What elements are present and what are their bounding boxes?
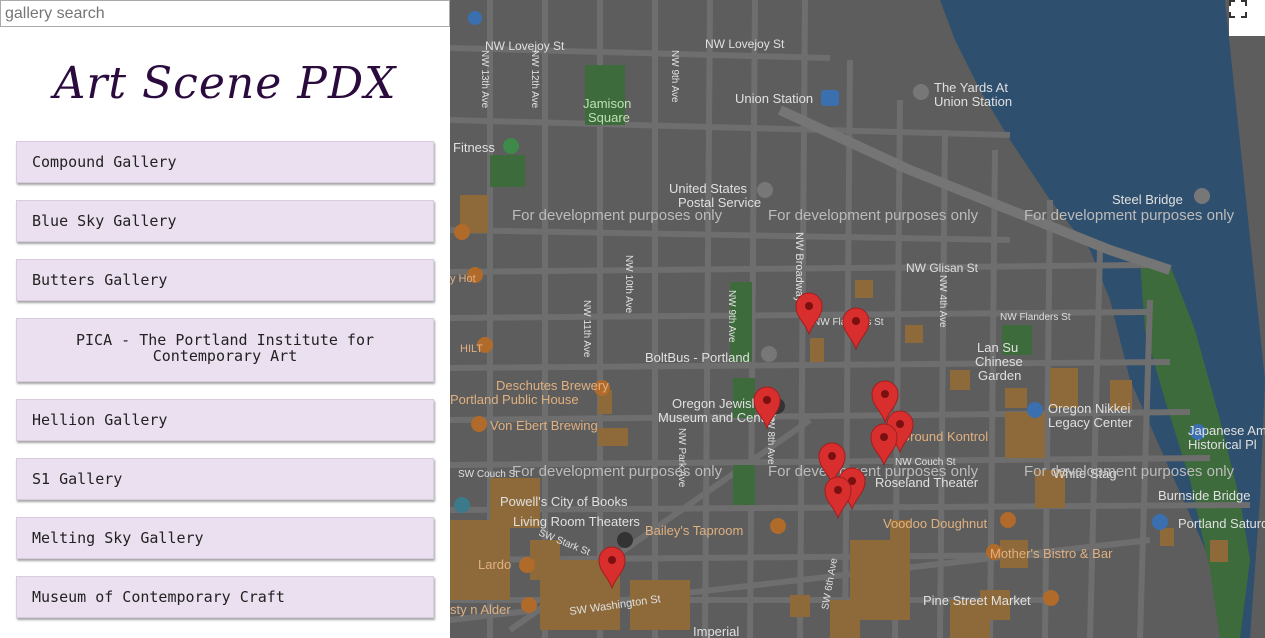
label-living-room: Living Room Theaters [513,514,640,529]
restaurant-icon-3 [519,557,535,573]
bar-icon [770,518,786,534]
label-ground-kontrol: Ground Kontrol [900,429,988,444]
gallery-marker-dot [896,420,904,428]
app-logo: Art Scene PDX [53,58,397,109]
label-nw-broadway: NW Broadway [793,232,805,303]
bus-icon [761,346,777,362]
watermark-1: For development purposes only [512,207,723,224]
label-von-ebert: Von Ebert Brewing [490,418,598,433]
sidebar: Art Scene PDX Compound Gallery Blue Sky … [0,0,450,638]
label-lovejoy-2: NW Lovejoy St [705,37,785,51]
label-glisan: NW Glisan St [906,261,979,275]
label-nw11: NW 11th Ave [581,300,592,358]
label-lardo: Lardo [478,557,511,572]
train-icon [617,532,633,548]
train-station-icon [821,90,839,106]
label-jamison: Jamison Square [583,96,631,125]
map-canvas[interactable]: NW Lovejoy St NW Lovejoy St The Yards At… [450,0,1265,638]
gallery-item-compound[interactable]: Compound Gallery [16,141,434,183]
label-nw9a: NW 9th Ave [669,50,680,103]
gallery-marker-dot [881,390,889,398]
label-baileys: Bailey's Taproom [645,523,743,538]
restaurant-icon-6 [454,224,470,240]
watermark-3: For development purposes only [1024,207,1235,224]
label-nw10: NW 10th Ave [623,255,634,314]
fitness-icon [503,138,519,154]
gallery-marker-dot [828,452,836,460]
watermark-5: For development purposes only [768,463,979,480]
fullscreen-button[interactable] [1229,0,1265,36]
gallery-marker-dot [805,302,813,310]
map[interactable]: NW Lovejoy St NW Lovejoy St The Yards At… [450,0,1265,638]
museum-icon-2 [1027,402,1043,418]
transit-icon [468,11,482,25]
label-burnside-bridge: Burnside Bridge [1158,488,1251,503]
restaurant-icon-5 [1043,590,1059,606]
label-boltbus: BoltBus - Portland [645,350,750,365]
label-lovejoy-1: NW Lovejoy St [485,39,565,53]
gallery-item-butters[interactable]: Butters Gallery [16,259,434,301]
gallery-list: Compound Gallery Blue Sky Gallery Butter… [16,141,434,635]
label-pine-street: Pine Street Market [923,593,1031,608]
gallery-item-pica[interactable]: PICA - The Portland Institute for Contem… [16,318,434,382]
label-lan-su: Lan Su Chinese Garden [975,340,1023,383]
gallery-item-museum-contemporary-craft[interactable]: Museum of Contemporary Craft [16,576,434,618]
gallery-item-s1[interactable]: S1 Gallery [16,458,434,500]
gallery-marker-dot [763,396,771,404]
label-japanese: Japanese Am Historical Pl [1188,423,1265,452]
label-union-station: Union Station [735,91,813,106]
restaurant-icon-4 [521,597,537,613]
label-imperial: Imperial [693,624,739,638]
label-flanders: NW Flanders St [1000,312,1071,323]
fullscreen-icon [1229,0,1247,18]
gallery-marker-dot [852,317,860,325]
search-input[interactable] [0,0,450,27]
gallery-item-melting-sky[interactable]: Melting Sky Gallery [16,517,434,559]
label-nw13: NW 13th Ave [479,50,490,109]
label-steel-bridge: Steel Bridge [1112,192,1183,207]
label-mothers: Mother's Bistro & Bar [990,546,1113,561]
label-fitness: Fitness [453,140,495,155]
label-portland-saturday: Portland Saturd [1178,516,1265,531]
cafe-icon [1000,512,1016,528]
gallery-marker-dot [608,556,616,564]
gallery-item-blue-sky[interactable]: Blue Sky Gallery [16,200,434,242]
label-hot: y Hot [450,273,476,285]
label-yards: The Yards At Union Station [934,80,1012,109]
label-nikkei: Oregon Nikkei Legacy Center [1048,401,1133,430]
label-alder: sty n Alder [450,602,511,617]
label-hilt: HILT [460,343,483,355]
label-powells: Powell's City of Books [500,494,628,509]
label-nw4: NW 4th Ave [937,275,948,328]
gallery-item-hellion[interactable]: Hellion Gallery [16,399,434,441]
location-pin-icon [913,84,929,100]
label-couch: SW Couch St [458,469,518,480]
label-nw12: NW 12th Ave [529,50,540,109]
ferry-icon [1152,514,1168,530]
gallery-marker-dot [880,433,888,441]
watermark-6: For development purposes only [1024,463,1235,480]
label-nw9b: NW 9th Ave [726,290,737,343]
shopping-icon [454,497,470,513]
watermark-2: For development purposes only [768,207,979,224]
watermark-4: For development purposes only [512,463,723,480]
bridge-icon [1194,188,1210,204]
restaurant-icon [471,416,487,432]
label-voodoo: Voodoo Doughnut [883,516,987,531]
gallery-marker-dot [834,486,842,494]
